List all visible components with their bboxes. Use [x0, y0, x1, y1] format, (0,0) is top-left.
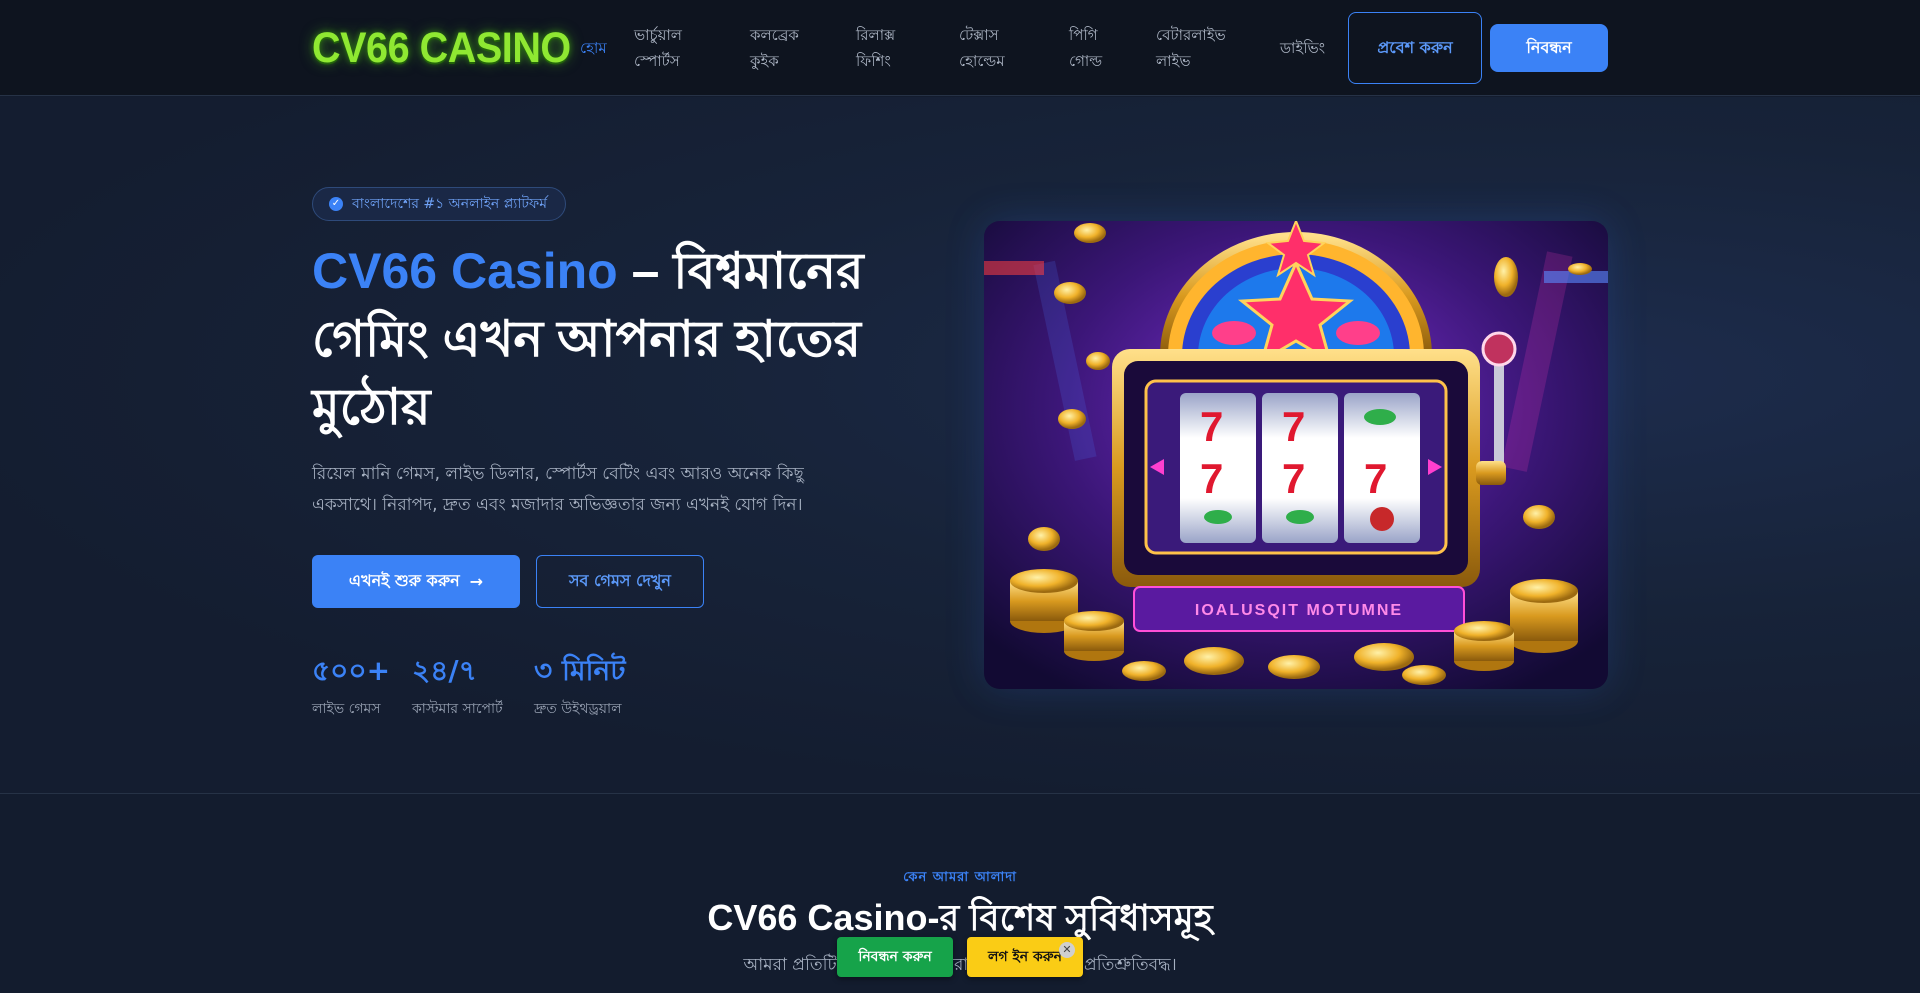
sticky-register-button[interactable]: নিবন্ধন করুন	[837, 937, 953, 977]
register-button[interactable]: নিবন্ধন	[1490, 24, 1608, 72]
nav-item-relax-fishing[interactable]: রিলাক্স ফিশিং	[856, 22, 895, 74]
features-kicker: কেন আমরা আলাদা	[903, 870, 1017, 885]
features-subtitle: আমরা প্রতিটি খেলোয়াড়কে সেরা অভিজ্ঞতা দ…	[743, 955, 1177, 975]
login-button[interactable]: প্রবেশ করুন	[1348, 12, 1482, 84]
site-header: CV66 CASINO হোম ভার্চুয়াল স্পোর্টস কলব্…	[0, 0, 1920, 96]
nav-item-piggy-gold[interactable]: পিগি গোল্ড	[1069, 22, 1102, 74]
stat-value: ৩ মিনিট	[534, 654, 626, 687]
platform-badge: ✓ বাংলাদেশের #১ অনলাইন প্ল্যাটফর্ম	[312, 187, 567, 221]
svg-text:7: 7	[1200, 455, 1223, 502]
stat-label: দ্রুত উইথড্রয়াল	[534, 701, 622, 717]
stat-label: কাস্টমার সাপোর্ট	[412, 701, 503, 717]
svg-text:7: 7	[1364, 455, 1387, 502]
site-logo[interactable]: CV66 CASINO	[312, 22, 571, 74]
features-title: CV66 Casino-র বিশেষ সুবিধাসমূহ	[707, 897, 1213, 938]
start-now-label: এখনই শুরু করুন	[348, 571, 460, 590]
nav-item-home[interactable]: হোম	[580, 35, 607, 61]
slot-machine-image: 7 7 7 7 7 IOALUSQIT MOTUMNE	[984, 221, 1608, 689]
hero-section: ✓ বাংলাদেশের #১ অনলাইন প্ল্যাটফর্ম CV66 …	[0, 97, 1920, 794]
hero-title-brand: CV66 Casino	[312, 243, 618, 299]
slot-machine-illustration: 7 7 7 7 7 IOALUSQIT MOTUMNE	[984, 221, 1608, 689]
stat-value: ২৪/৭	[412, 654, 477, 687]
nav-item-callbreak-quick[interactable]: কলব্রেক কুইক	[750, 22, 799, 74]
view-all-games-button[interactable]: সব গেমস দেখুন	[536, 555, 704, 608]
slot-machine-base-text: IOALUSQIT MOTUMNE	[1195, 602, 1403, 619]
stat-withdrawal: ৩ মিনিট দ্রুত উইথড্রয়াল	[534, 653, 626, 721]
verified-check-icon: ✓	[329, 197, 343, 211]
nav-item-diving[interactable]: ডাইভিং	[1280, 35, 1325, 61]
nav-item-betterlive[interactable]: বেটারলাইভ লাইভ	[1156, 22, 1226, 74]
hero-description: রিয়েল মানি গেমস, লাইভ ডিলার, স্পোর্টস ব…	[312, 464, 804, 515]
hero-title: CV66 Casino – বিশ্বমানের গেমিং এখন আপনার…	[312, 237, 872, 441]
nav-item-virtual-sports[interactable]: ভার্চুয়াল স্পোর্টস	[634, 22, 682, 74]
badge-text: বাংলাদেশের #১ অনলাইন প্ল্যাটফর্ম	[352, 196, 548, 212]
start-now-button[interactable]: এখনই শুরু করুন →	[312, 555, 520, 608]
svg-text:7: 7	[1282, 403, 1305, 450]
stat-games: ৫০০+ লাইভ গেমস	[312, 653, 390, 721]
arrow-right-icon: →	[469, 572, 484, 591]
stat-label: লাইভ গেমস	[312, 701, 381, 717]
svg-text:7: 7	[1200, 403, 1223, 450]
stat-value: ৫০০+	[312, 654, 391, 687]
close-icon[interactable]: ✕	[1059, 942, 1075, 958]
stat-support: ২৪/৭ কাস্টমার সাপোর্ট	[412, 653, 503, 721]
svg-text:7: 7	[1282, 455, 1305, 502]
nav-item-texas-holdem[interactable]: টেক্সাস হোল্ডেম	[959, 22, 1005, 74]
